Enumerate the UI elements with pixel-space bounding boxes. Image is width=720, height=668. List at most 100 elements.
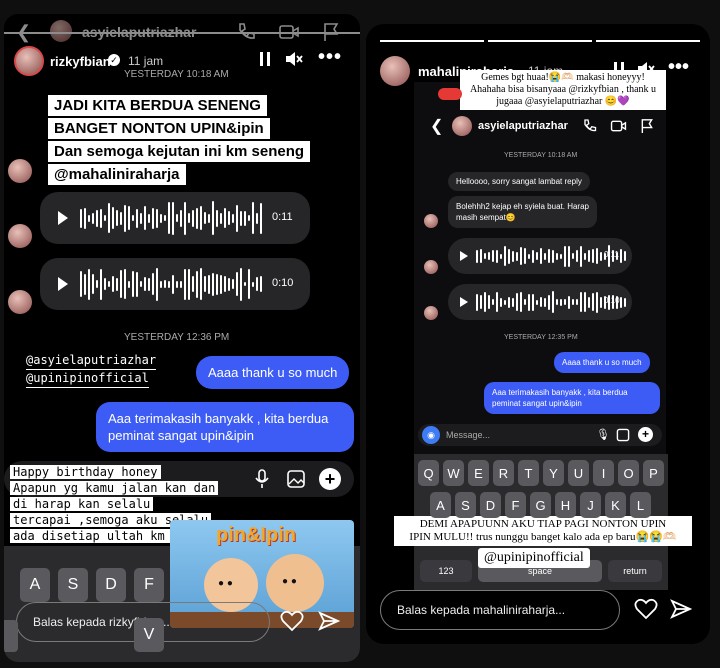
play-icon[interactable] (58, 211, 68, 225)
progress-bar-3 (596, 40, 700, 42)
voice-message-1[interactable]: 0:11 (40, 192, 310, 244)
key-a: A (20, 568, 50, 602)
key-q: Q (418, 460, 439, 486)
inner-msg-2-line-2: masih sempat😊 (456, 213, 516, 222)
inner-flag-icon (641, 119, 653, 133)
play-icon (460, 297, 468, 307)
waveform-2 (80, 266, 262, 302)
key-d: D (480, 492, 501, 518)
mute-icon[interactable] (284, 50, 304, 68)
mention-tag[interactable]: @upinipinofficial (478, 548, 590, 568)
mention-upinipin[interactable]: @upinipinofficial (26, 370, 149, 388)
inner-message-placeholder: Message... (446, 430, 491, 440)
caption-mention[interactable]: @mahaliniraharja (48, 164, 186, 185)
reply-placeholder-right: Balas kepada mahaliniraharja... (397, 603, 566, 617)
progress-bar-2 (488, 40, 592, 42)
upin-eyes: ● ● (218, 578, 233, 589)
sent-message-1: Aaaa thank u so much (196, 356, 350, 389)
typed-line-1: Happy birthday honey (10, 465, 161, 479)
key-f: F (134, 568, 164, 602)
inner-voice-2: 0:10 (448, 284, 632, 320)
add-icon[interactable]: + (319, 468, 341, 490)
inner-timestamp-2: YESTERDAY 12:35 PM (504, 334, 578, 341)
key-p: P (643, 460, 664, 486)
camera-icon: ◉ (422, 426, 440, 444)
key-a: A (430, 492, 451, 518)
key-f: F (505, 492, 526, 518)
key-d: D (96, 568, 126, 602)
strike-line (4, 32, 360, 34)
story-caption: JADI KITA BERDUA SENENG BANGET NONTON UP… (48, 94, 311, 186)
typed-line-3: di harap kan selalu (10, 497, 154, 511)
top-caption: Gemes bgt huaa!😭🫶🏻 makasi honeyyy! Ahaha… (460, 70, 666, 110)
key-l: L (630, 492, 651, 518)
bottom-caption-line-1: DEMI APAPUUNN AKU TIAP PAGI NONTON UPIN (419, 518, 667, 530)
reply-input-right[interactable]: Balas kepada mahaliniraharja... (380, 590, 620, 630)
sender-avatar-3 (8, 290, 32, 314)
inner-sender-avatar-1 (424, 214, 438, 228)
left-story: ❮ asyielaputriazhar rizkyfbian ✓ 11 jam … (4, 14, 360, 662)
key-u: U (568, 460, 589, 486)
key-y: Y (543, 460, 564, 486)
chat-timestamp-1: YESTERDAY 10:18 AM (124, 69, 229, 80)
key-j: J (580, 492, 601, 518)
gallery-icon[interactable] (286, 469, 306, 489)
heart-icon[interactable] (280, 610, 304, 632)
key-i: I (593, 460, 614, 486)
caption-line-1: JADI KITA BERDUA SENENG (48, 95, 267, 116)
inner-msg-3: Aaaa thank u so much (554, 352, 650, 373)
inner-back-icon: ❮ (430, 118, 444, 135)
key-s: S (58, 568, 88, 602)
inner-msg-4: Aaa terimakasih banyakk , kita berdua pe… (484, 382, 660, 414)
caption-line-2: BANGET NONTON UPIN&ipin (48, 118, 270, 139)
inner-msg-2: Bolehhh2 kejap eh syiela buat. Harap mas… (448, 196, 597, 228)
inner-gallery-icon (616, 428, 630, 442)
mic-icon[interactable] (254, 468, 270, 490)
bottom-caption-line-2: IPIN MULU!! trus nunggu banget kalo ada … (409, 531, 677, 543)
share-icon[interactable] (318, 610, 340, 632)
waveform-1 (80, 200, 262, 236)
inner-voice-duration-2: 0:10 (604, 296, 620, 305)
sender-avatar-2 (8, 224, 32, 248)
inner-voice-1: 0:11 (448, 238, 632, 274)
sent-message-2-line-2: peminat sangat upin&ipin (108, 428, 254, 443)
key-e: E (468, 460, 489, 486)
inner-video-icon (610, 120, 627, 132)
sender-avatar-1 (8, 159, 32, 183)
play-icon[interactable] (58, 277, 68, 291)
key-r: R (493, 460, 514, 486)
story-time: 11 jam (128, 54, 164, 68)
sent-message-2: Aaa terimakasih banyakk , kita berdua pe… (96, 402, 354, 452)
key-k: K (605, 492, 626, 518)
ipin-eyes: ● ● (282, 576, 297, 587)
pause-icon[interactable] (260, 52, 271, 66)
bottom-caption: DEMI APAPUUNN AKU TIAP PAGI NONTON UPIN … (394, 516, 692, 546)
right-story: mahaliniraharja 11 jam ••• Gemes bgt hua… (366, 24, 710, 644)
ghost-header: ❮ asyielaputriazhar (4, 16, 360, 48)
voice-message-2[interactable]: 0:10 (40, 258, 310, 310)
play-icon (460, 251, 468, 261)
more-options-icon[interactable]: ••• (668, 56, 689, 79)
key-v: V (134, 618, 164, 652)
ghost-avatar (50, 20, 72, 42)
mention-asyiela[interactable]: @asyielaputriazhar (26, 352, 157, 370)
inner-msg-2-line-1: Bolehhh2 kejap eh syiela buat. Harap (456, 202, 589, 211)
story-username[interactable]: rizkyfbian (50, 54, 111, 69)
key-w: W (443, 460, 464, 486)
key-t: T (518, 460, 539, 486)
story-avatar[interactable] (14, 46, 44, 76)
typed-line-2: Apapun yg kamu jalan kan dan (10, 481, 219, 495)
sent-message-2-line-1: Aaa terimakasih banyakk , kita berdua (108, 411, 329, 426)
key-return: return (608, 560, 662, 582)
share-icon[interactable] (670, 598, 692, 620)
story-avatar-right[interactable] (380, 56, 410, 86)
inner-voice-duration-1: 0:11 (604, 250, 619, 259)
inner-msg-4-line-2: peminat sangat upin&ipin (492, 399, 582, 408)
more-options-icon[interactable]: ••• (318, 46, 342, 69)
inner-msg-4-line-1: Aaa terimakasih banyakk , kita berdua (492, 388, 628, 397)
chat-timestamp-2: YESTERDAY 12:36 PM (124, 332, 230, 343)
inner-header-name: asyielaputriazhar (478, 120, 568, 132)
heart-icon[interactable] (634, 598, 658, 620)
inner-msg-1: Helloooo, sorry sangat lambat reply (448, 172, 590, 191)
inner-phone-icon (584, 119, 597, 132)
